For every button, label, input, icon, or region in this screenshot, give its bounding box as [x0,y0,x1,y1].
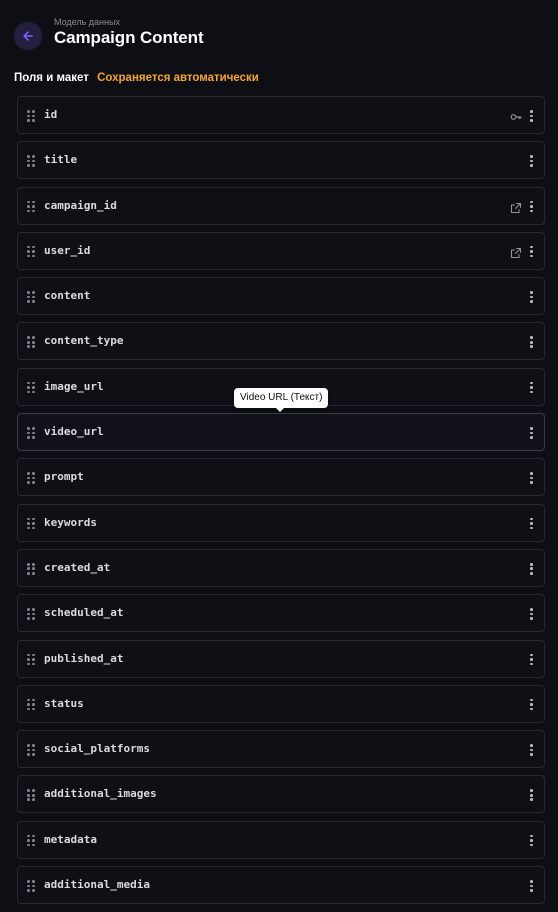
breadcrumb: Модель данных [54,17,120,27]
drag-handle-icon[interactable] [27,744,36,756]
more-options-icon[interactable] [528,879,534,893]
drag-handle-icon[interactable] [27,472,36,484]
field-name: video_url [44,425,104,439]
field-name: id [44,108,58,121]
field-name: content [44,289,91,303]
drag-handle-icon[interactable] [27,562,36,575]
field-row[interactable]: additional_media [17,866,545,905]
external-link-icon[interactable] [510,201,522,213]
field-row[interactable]: id [17,96,545,134]
more-options-icon[interactable] [528,381,534,395]
external-link-icon[interactable] [510,246,522,258]
field-name: created_at [44,560,111,574]
drag-handle-icon[interactable] [27,381,36,394]
field-row[interactable]: campaign_id [17,186,545,225]
more-options-icon[interactable] [528,607,534,621]
drag-handle-icon[interactable] [27,110,36,122]
drag-handle-icon[interactable] [27,653,36,666]
field-row[interactable]: keywords [17,503,545,542]
field-name: keywords [44,515,97,529]
drag-handle-icon[interactable] [27,789,36,802]
field-row[interactable]: created_at [17,548,545,587]
field-row[interactable]: published_at [17,639,545,678]
back-button[interactable] [14,22,42,50]
more-options-icon[interactable] [528,834,534,848]
drag-handle-icon[interactable] [27,608,36,620]
field-name: campaign_id [44,198,117,212]
field-row[interactable]: status [17,684,545,723]
field-name: status [44,696,84,710]
drag-handle-icon[interactable] [27,517,36,530]
field-row[interactable]: content [17,277,545,316]
more-options-icon[interactable] [528,698,534,712]
field-name: additional_images [44,787,157,801]
more-options-icon[interactable] [528,562,534,576]
field-row[interactable]: metadata [17,820,545,859]
field-tooltip: Video URL (Текст) [234,388,329,412]
section-title: Поля и макет [14,72,89,84]
more-options-icon[interactable] [528,109,534,123]
more-options-icon[interactable] [528,335,534,349]
more-options-icon[interactable] [528,154,534,168]
page-header: Модель данных Campaign Content [14,17,544,55]
field-row[interactable]: user_id [17,231,545,270]
more-options-icon[interactable] [528,200,534,214]
field-name: scheduled_at [44,606,124,620]
drag-handle-icon[interactable] [27,880,36,892]
drag-handle-icon[interactable] [27,698,36,711]
more-options-icon[interactable] [528,517,534,531]
more-options-icon[interactable] [528,245,534,259]
drag-handle-icon[interactable] [27,834,36,847]
field-name: title [44,153,78,167]
more-options-icon[interactable] [528,653,534,667]
field-row[interactable]: prompt [17,458,545,497]
more-options-icon[interactable] [528,426,534,440]
field-list: id title campaign_id user_idcontent content_… [17,96,545,911]
drag-handle-icon[interactable] [27,427,36,439]
field-name: metadata [44,832,97,846]
drag-handle-icon[interactable] [27,200,36,213]
field-row[interactable]: title [17,141,545,180]
drag-handle-icon[interactable] [27,291,36,303]
field-row[interactable]: content_type [17,322,545,361]
key-icon [510,110,522,122]
field-name: content_type [44,334,124,348]
more-options-icon[interactable] [528,743,534,757]
drag-handle-icon[interactable] [27,245,36,258]
arrow-left-icon [23,31,33,41]
field-row[interactable]: video_url [17,413,545,452]
drag-handle-icon[interactable] [27,155,36,167]
field-row[interactable]: scheduled_at [17,594,545,633]
field-name: additional_media [44,878,150,892]
section-header: Поля и макет Сохраняется автоматически [14,71,259,85]
field-name: published_at [44,651,124,665]
more-options-icon[interactable] [528,290,534,304]
more-options-icon[interactable] [528,788,534,802]
more-options-icon[interactable] [528,471,534,485]
field-name: prompt [44,470,84,484]
page-title: Campaign Content [54,28,204,47]
autosave-status: Сохраняется автоматически [97,72,259,84]
field-name: social_platforms [44,742,150,756]
drag-handle-icon[interactable] [27,336,36,349]
field-row[interactable]: additional_images [17,775,545,814]
field-row[interactable]: social_platforms [17,730,545,769]
field-name: image_url [44,379,104,393]
field-name: user_id [44,243,91,257]
